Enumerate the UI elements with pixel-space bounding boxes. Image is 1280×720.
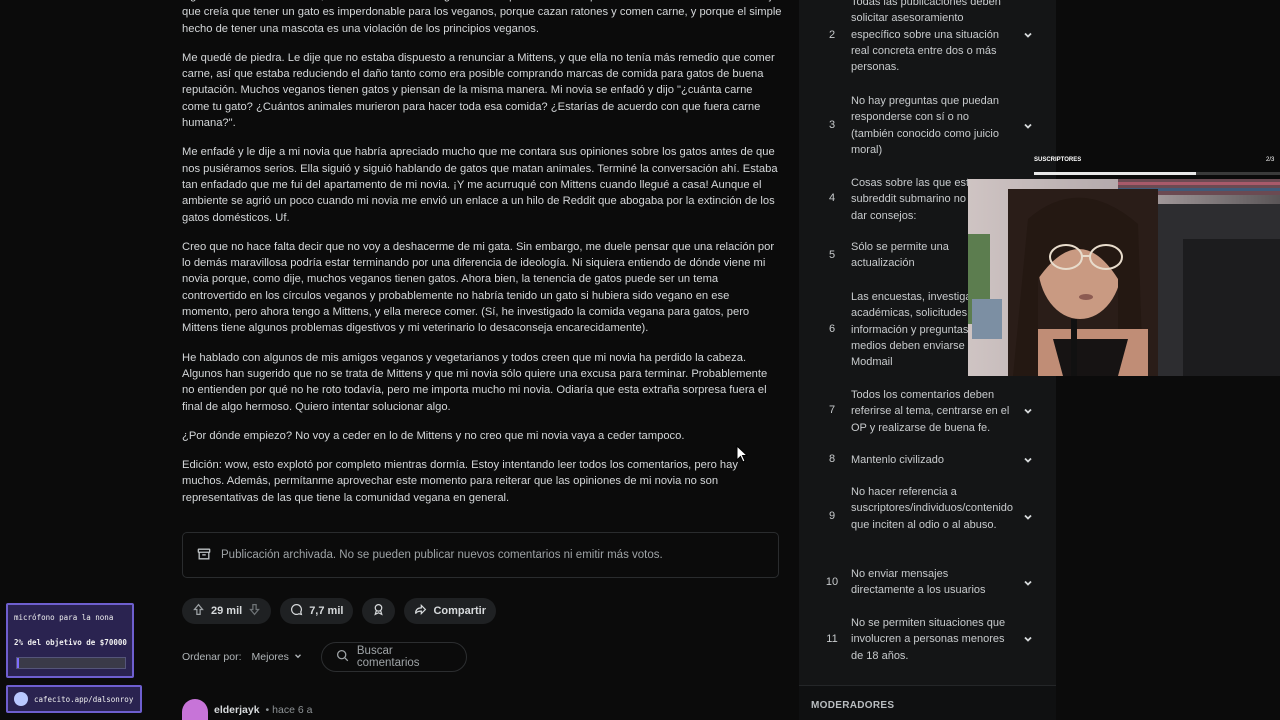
rule-text: Todos los comentarios deben referirse al… xyxy=(851,389,1010,434)
rule-item[interactable]: 10 No enviar mensajes directamente a los… xyxy=(799,563,1056,603)
rule-item[interactable]: 9 No hacer referencia a suscriptores/ind… xyxy=(799,481,1056,553)
rule-text: Mantenlo civilizado xyxy=(851,454,944,466)
avatar[interactable] xyxy=(182,699,208,720)
webcam-image xyxy=(968,179,1280,376)
donation-goal-widget: micrófono para la nona 2% del objetivo d… xyxy=(6,603,134,678)
rule-number: 8 xyxy=(828,453,836,465)
award-button[interactable] xyxy=(362,598,396,624)
comment-icon xyxy=(290,603,303,619)
goal-progress-fill xyxy=(17,658,20,668)
chevron-down-icon xyxy=(293,651,303,664)
share-button[interactable]: Compartir xyxy=(404,598,496,624)
rule-number: 9 xyxy=(828,510,836,522)
chevron-down-icon xyxy=(1024,123,1032,129)
chevron-down-icon xyxy=(1024,580,1032,586)
rule-item[interactable]: 2 Todas las publicaciones deben solicita… xyxy=(799,0,1056,80)
chevron-down-icon xyxy=(1024,32,1032,38)
rule-text: Todas las publicaciones deben solicitar … xyxy=(851,0,1001,74)
post-paragraph: Me quedé de piedra. Le dije que no estab… xyxy=(182,51,775,130)
rule-text: No hacer referencia a suscriptores/indiv… xyxy=(851,486,1014,531)
chevron-down-icon xyxy=(1024,514,1032,520)
comments-button[interactable]: 7,7 mil xyxy=(280,598,354,624)
share-label: Compartir xyxy=(433,605,486,617)
goal-title: micrófono para la nona xyxy=(14,613,114,622)
post-paragraph: Creo que no hace falta decir que no voy … xyxy=(182,240,775,335)
rule-number: 2 xyxy=(828,29,836,41)
rule-item[interactable]: 8 Mantenlo civilizado xyxy=(799,449,1056,473)
cafecito-url: cafecito.app/dalsonroy xyxy=(34,694,134,704)
post-action-bar: 29 mil 7,7 mil Compartir xyxy=(182,598,496,624)
sort-value: Mejores xyxy=(251,651,289,663)
subscribers-progress-fill xyxy=(1034,172,1197,175)
rule-item[interactable]: 11 No se permiten situaciones que involu… xyxy=(799,612,1056,668)
post-body: siguiente fase de la relación, no veía u… xyxy=(182,0,782,506)
subscribers-label: SUSCRIPTORES xyxy=(1034,157,1082,163)
post-paragraph: Edición: wow, esto explotó por completo … xyxy=(182,459,738,504)
rule-number: 7 xyxy=(828,404,836,416)
vote-count: 29 mil xyxy=(211,605,243,617)
moderators-section: MODERADORES xyxy=(799,685,1056,720)
chevron-down-icon xyxy=(1024,457,1032,463)
comment-sort-row: Ordenar por: Mejores Buscar comentarios xyxy=(182,642,467,672)
comment-count: 7,7 mil xyxy=(309,605,344,617)
rule-number: 3 xyxy=(828,119,836,131)
search-comments-input[interactable]: Buscar comentarios xyxy=(320,642,467,672)
share-icon xyxy=(414,603,427,619)
rule-text: No enviar mensajes directamente a los us… xyxy=(851,568,986,597)
goal-progress-text: 2% del objetivo de $70000 xyxy=(14,638,127,647)
post-paragraph: He hablado con algunos de mis amigos veg… xyxy=(182,351,768,413)
rule-text: No hay preguntas que puedan responderse … xyxy=(851,95,1000,156)
moderators-heading: MODERADORES xyxy=(811,700,895,711)
webcam-feed xyxy=(968,179,1280,376)
rule-number: 11 xyxy=(826,633,838,645)
mouse-cursor-icon xyxy=(736,445,748,463)
sort-label: Ordenar por: xyxy=(182,651,242,663)
subscribers-progress-bar xyxy=(1034,172,1280,175)
comment-username[interactable]: elderjayk xyxy=(214,704,260,716)
subscribers-count: 2/3 xyxy=(1266,157,1275,163)
rule-number: 4 xyxy=(828,192,836,204)
cafecito-link[interactable]: cafecito.app/dalsonroy xyxy=(6,685,142,713)
rule-number: 5 xyxy=(828,249,836,261)
chevron-down-icon xyxy=(1024,636,1032,642)
rule-number: 10 xyxy=(825,576,839,588)
goal-progress-bar xyxy=(16,657,126,669)
downvote-icon[interactable] xyxy=(248,603,261,619)
post-body-column: siguiente fase de la relación, no veía u… xyxy=(182,0,782,519)
sort-dropdown[interactable]: Mejores xyxy=(252,651,303,664)
upvote-icon[interactable] xyxy=(192,603,205,619)
comment-timestamp: • hace 6 a xyxy=(265,704,313,716)
post-paragraph: Me enfadé y le dije a mi novia que habrí… xyxy=(182,146,778,224)
post-paragraph: ¿Por dónde empiezo? No voy a ceder en lo… xyxy=(182,429,685,442)
vote-control: 29 mil xyxy=(182,598,272,624)
comment-header: elderjayk • hace 6 a xyxy=(182,699,312,720)
archived-notice-text: Publicación archivada. No se pueden publ… xyxy=(221,549,663,561)
post-paragraph: siguiente fase de la relación, no veía u… xyxy=(182,0,782,35)
rule-item[interactable]: 3 No hay preguntas que puedan responders… xyxy=(799,90,1056,160)
rule-item[interactable]: 7 Todos los comentarios deben referirse … xyxy=(799,384,1056,440)
search-placeholder: Buscar comentarios xyxy=(356,645,420,669)
search-icon xyxy=(336,649,349,665)
award-icon xyxy=(372,603,385,619)
archive-icon xyxy=(197,547,211,564)
rule-text: No se permiten situaciones que involucre… xyxy=(851,617,1006,662)
archived-notice: Publicación archivada. No se pueden publ… xyxy=(182,532,779,578)
chevron-down-icon xyxy=(1024,408,1032,414)
cafecito-icon xyxy=(14,692,28,706)
rule-number: 6 xyxy=(828,323,836,335)
